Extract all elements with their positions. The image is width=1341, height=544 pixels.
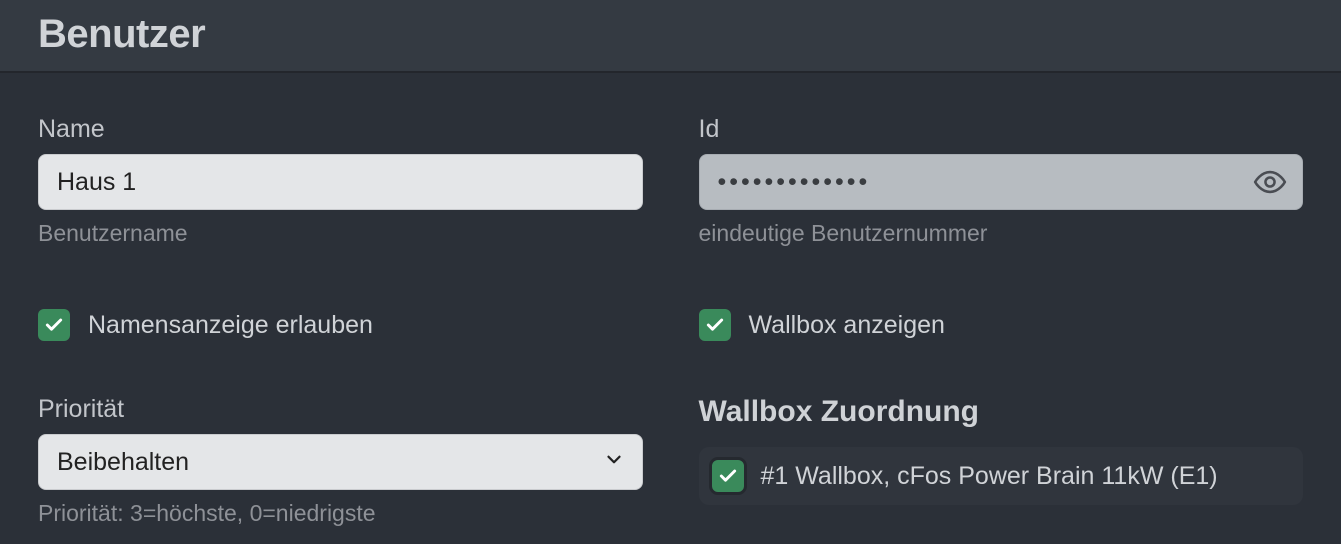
priority-helper: Priorität: 3=höchste, 0=niedrigste [38,500,643,527]
priority-select[interactable]: Beibehalten [38,434,643,490]
show-wallbox-label: Wallbox anzeigen [749,311,945,340]
name-helper: Benutzername [38,220,643,247]
priority-section: Priorität Beibehalten Priorität: 3=höchs… [38,395,643,527]
left-column: Name Benutzername Namensanzeige erlauben… [38,115,643,527]
toggle-id-visibility-button[interactable] [1251,163,1289,201]
wallbox-assignment-checkbox[interactable] [709,457,747,495]
eye-icon [1253,165,1287,199]
wallbox-assignment-label: #1 Wallbox, cFos Power Brain 11kW (E1) [761,462,1218,491]
check-icon [44,315,64,335]
id-input[interactable] [699,154,1304,210]
allow-name-display-checkbox[interactable] [38,309,70,341]
check-icon [718,466,738,486]
show-wallbox-checkbox[interactable] [699,309,731,341]
form-body: Name Benutzername Namensanzeige erlauben… [0,73,1341,527]
allow-name-display-label: Namensanzeige erlauben [88,311,373,340]
id-label: Id [699,115,1304,144]
page-title: Benutzer [38,12,1303,57]
allow-name-display-row[interactable]: Namensanzeige erlauben [38,309,643,341]
wallbox-assignment-heading: Wallbox Zuordnung [699,395,1304,429]
show-wallbox-row[interactable]: Wallbox anzeigen [699,309,1304,341]
name-input[interactable] [38,154,643,210]
wallbox-assignment-item[interactable]: #1 Wallbox, cFos Power Brain 11kW (E1) [699,447,1304,505]
check-icon [705,315,725,335]
name-label: Name [38,115,643,144]
priority-label: Priorität [38,395,643,424]
right-column: Id eindeutige Benutzernummer Wallbox anz… [699,115,1304,527]
id-helper: eindeutige Benutzernummer [699,220,1304,247]
page-header: Benutzer [0,0,1341,73]
